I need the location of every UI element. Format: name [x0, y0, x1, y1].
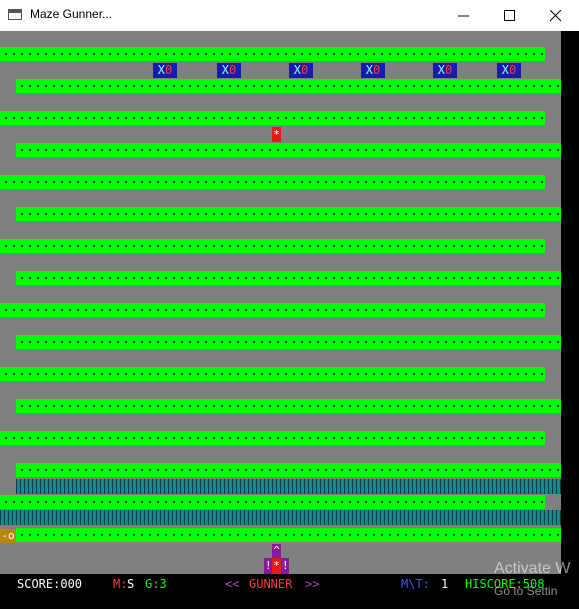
ship-core: * — [272, 558, 281, 574]
left-arrows: << — [225, 577, 240, 591]
maze-wall — [0, 303, 545, 317]
teal-barrier — [0, 510, 561, 525]
enemy: X0 — [289, 63, 313, 78]
title-bar: Maze Gunner... — [0, 0, 579, 32]
close-icon — [550, 10, 562, 22]
watermark-line1: Activate W — [494, 560, 571, 577]
minimize-icon — [458, 15, 469, 17]
maze-wall — [16, 335, 561, 349]
maze-wall — [0, 367, 545, 381]
maze-wall — [0, 239, 545, 253]
status-bar: SCORE:000 M: S G:3 << GUNNER >> M\T: 1 H… — [0, 574, 561, 594]
mt-value: 1 — [441, 577, 449, 591]
maze-wall — [0, 431, 545, 445]
g-label: G:3 — [145, 577, 167, 591]
ship-right: ! — [282, 559, 289, 572]
maze-wall — [0, 175, 545, 189]
maximize-button[interactable] — [487, 0, 533, 31]
app-icon — [8, 9, 22, 20]
maze-wall — [0, 495, 545, 509]
enemy: X0 — [361, 63, 385, 78]
minimize-button[interactable] — [441, 0, 487, 31]
ship-left: ! — [265, 559, 272, 572]
player-ship: ! * ! — [264, 558, 289, 574]
maze-wall — [16, 399, 561, 413]
maze-wall — [16, 528, 561, 542]
right-arrows: >> — [305, 577, 320, 591]
maze-wall — [16, 143, 561, 157]
player-ship-nose: ^ — [272, 544, 281, 558]
marker: -o — [0, 529, 16, 543]
player-name: GUNNER — [249, 577, 293, 591]
maze-wall — [16, 271, 561, 285]
maze-wall — [16, 207, 561, 221]
maximize-icon — [504, 10, 515, 21]
m-value: S — [127, 577, 135, 591]
watermark-line2: Go to Settin — [494, 584, 558, 598]
teal-barrier — [16, 479, 561, 494]
enemy: X0 — [497, 63, 521, 78]
status-bar-padding — [0, 594, 561, 609]
maze-wall — [0, 111, 545, 125]
window-edge — [561, 31, 579, 609]
mt-label: M\T: — [401, 577, 430, 591]
enemy: X0 — [217, 63, 241, 78]
score-text: SCORE:000 — [17, 577, 83, 591]
maze-wall — [16, 79, 561, 93]
maze-wall — [0, 47, 545, 61]
enemy: X0 — [153, 63, 177, 78]
maze-wall — [16, 463, 561, 477]
enemy: X0 — [433, 63, 457, 78]
close-button[interactable] — [533, 0, 579, 31]
window-title: Maze Gunner... — [30, 7, 113, 21]
m-label: M: — [113, 577, 128, 591]
bullet: * — [272, 127, 281, 142]
